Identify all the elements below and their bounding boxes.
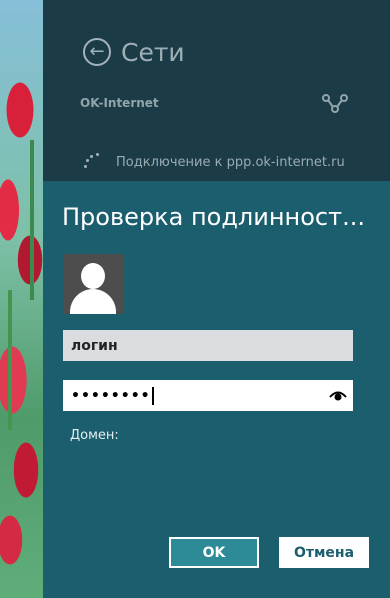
user-avatar-icon xyxy=(63,254,123,314)
connecting-status: Подключение к ppp.ok-internet.ru xyxy=(84,152,374,172)
eye-icon[interactable] xyxy=(329,388,347,402)
signal-icon xyxy=(322,94,348,113)
login-value: логин xyxy=(71,337,118,354)
spinner-icon xyxy=(84,153,102,171)
cancel-button[interactable]: Отмена xyxy=(279,537,369,568)
connecting-text: Подключение к ppp.ok-internet.ru xyxy=(116,154,345,170)
text-caret xyxy=(151,386,154,405)
networks-title: Сети xyxy=(121,37,185,67)
login-input[interactable]: логин xyxy=(63,330,353,361)
auth-title: Проверка подлинност... xyxy=(62,203,365,231)
tulip-stem xyxy=(30,140,34,300)
ok-button[interactable]: OK xyxy=(169,537,259,568)
domain-label: Домен: xyxy=(70,428,119,443)
tulip-stem xyxy=(8,290,12,430)
password-input[interactable]: •••••••• xyxy=(63,380,353,411)
auth-dialog: Проверка подлинност... логин •••••••• До… xyxy=(43,181,390,598)
networks-header: ← Сети xyxy=(83,34,185,70)
network-name[interactable]: OK-Internet xyxy=(80,96,159,110)
password-value: •••••••• xyxy=(71,387,151,404)
back-arrow-icon[interactable]: ← xyxy=(83,38,111,66)
